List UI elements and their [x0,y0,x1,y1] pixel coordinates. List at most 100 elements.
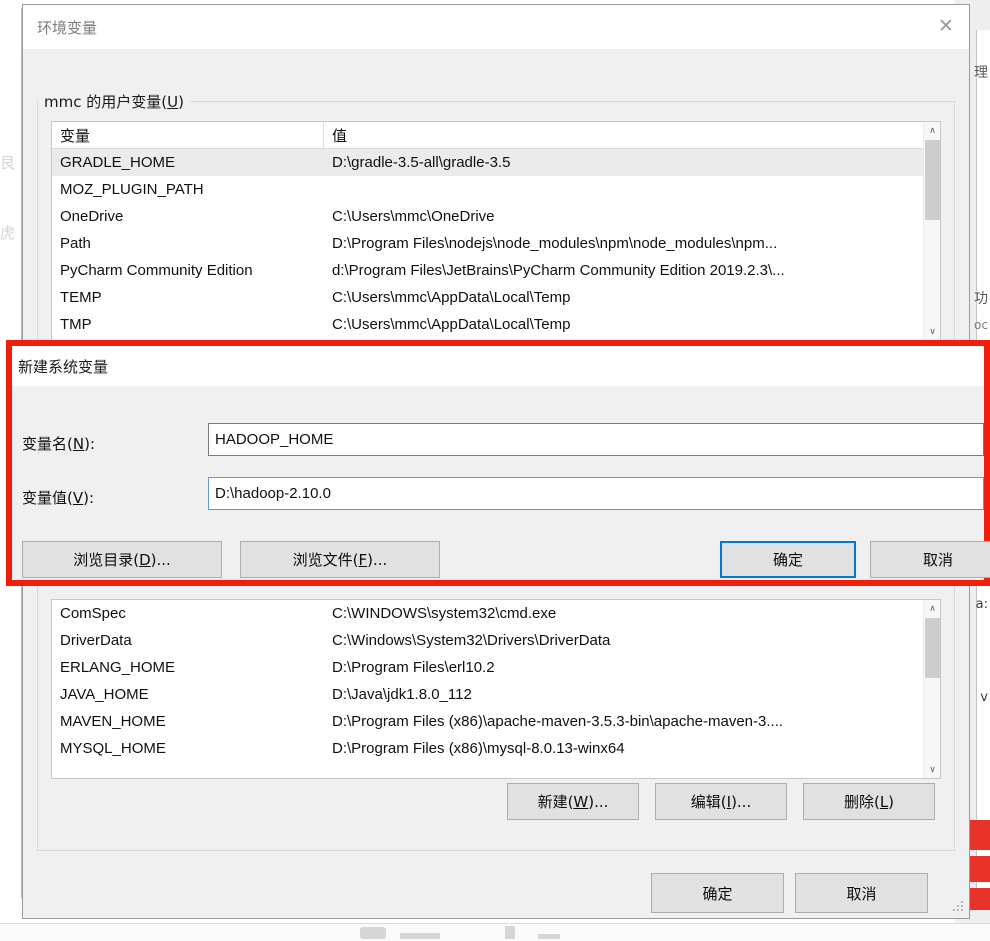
background-red-block-2 [970,856,990,882]
user-variables-label-post: ) [178,93,184,111]
table-row[interactable]: MOZ_PLUGIN_PATH [52,176,940,203]
variable-value-label-key: V [72,489,84,507]
new-variable-dialog-title: 新建系统变量 [18,358,109,376]
variable-name-label: 变量名(N): [22,433,95,454]
scroll-down-icon[interactable]: ∨ [924,323,940,340]
taskbar-icon-3[interactable] [505,926,515,939]
delete-system-variable-button[interactable]: 删除(L) [803,783,935,820]
btn-text-pre: 浏览目录( [73,551,140,569]
variable-value-cell: C:\Windows\System32\Drivers\DriverData [332,632,611,649]
ok-button[interactable]: 确定 [651,873,784,913]
variable-name-cell: Path [60,235,91,252]
variable-value-cell: D:\Program Files (x86)\apache-maven-3.5.… [332,713,784,730]
new-variable-dialog-body: 变量名(N): HADOOP_HOME 变量值(V): D:\hadoop-2.… [12,386,990,580]
screen: 艮 虎 理 功 oc a: v 环境变量 ✕ mmc 的用户变量(U) 变量 值 [0,0,990,941]
background-text-right-3: oc [974,318,988,332]
edit-system-variable-button[interactable]: 编辑(I)... [655,783,787,820]
user-variables-list-header: 变量 值 [52,122,940,149]
btn-text-post: )... [588,792,609,811]
background-text-left-2: 虎 [0,224,16,242]
variable-name-cell: MOZ_PLUGIN_PATH [60,181,204,198]
btn-text-post: )... [150,550,171,569]
variable-value-input[interactable]: D:\hadoop-2.10.0 [208,477,984,510]
variable-value-label-pre: 变量值( [22,489,73,507]
scroll-up-icon[interactable]: ∧ [924,122,940,139]
background-text-right-5: v [980,690,988,705]
new-variable-dialog-titlebar: 新建系统变量 [12,346,984,386]
background-text-right-1: 理 [974,65,988,81]
btn-text-key: F [358,550,368,569]
table-row[interactable]: ComSpec C:\WINDOWS\system32\cmd.exe [52,600,940,627]
btn-text-post: )... [367,550,388,569]
variable-name-input[interactable]: HADOOP_HOME [208,423,984,456]
table-row[interactable]: TEMP C:\Users\mmc\AppData\Local\Temp [52,284,940,311]
system-variables-scrollbar[interactable]: ∧ ∨ [923,600,940,778]
btn-text-pre: 删除( [843,793,880,811]
new-variable-ok-button[interactable]: 确定 [720,541,856,578]
scrollbar-thumb[interactable] [925,618,940,678]
variable-value-cell: D:\Program Files\erl10.2 [332,659,495,676]
user-variables-list[interactable]: 变量 值 GRADLE_HOME D:\gradle-3.5-all\gradle… [51,121,941,341]
variable-value-cell: D:\Java\jdk1.8.0_112 [332,686,472,703]
btn-text-pre: 新建( [537,793,574,811]
column-header-variable[interactable]: 变量 [52,122,324,148]
variable-name-label-post: ): [84,435,95,453]
background-red-block-1 [970,820,990,850]
background-text-left-1: 艮 [0,154,16,172]
column-header-value[interactable]: 值 [324,122,940,148]
background-text-right-2: 功 [974,291,988,307]
scroll-down-icon[interactable]: ∨ [924,761,940,778]
scroll-up-icon[interactable]: ∧ [924,600,940,617]
variable-name-cell: MAVEN_HOME [60,713,166,730]
browse-file-button[interactable]: 浏览文件(F)... [240,541,440,578]
table-row[interactable]: DriverData C:\Windows\System32\Drivers\Dr… [52,627,940,654]
table-row[interactable]: Path D:\Program Files\nodejs\node_modules… [52,230,940,257]
taskbar[interactable] [0,923,990,941]
system-variables-rows: ComSpec C:\WINDOWS\system32\cmd.exe Driver… [52,600,940,762]
resize-grip[interactable] [953,901,964,912]
table-row[interactable]: MYSQL_HOME D:\Program Files (x86)\mysql-8… [52,735,940,762]
user-variables-group-label: mmc 的用户变量(U) [38,91,190,112]
table-row[interactable]: JAVA_HOME D:\Java\jdk1.8.0_112 [52,681,940,708]
new-system-variable-dialog: 新建系统变量 变量名(N): HADOOP_HOME 变量值(V): D:\ha… [6,340,990,586]
btn-text-post: )... [731,792,752,811]
variable-name-cell: TMP [60,316,92,333]
table-row[interactable]: ERLANG_HOME D:\Program Files\erl10.2 [52,654,940,681]
variable-value-cell: C:\Users\mmc\OneDrive [332,208,495,225]
btn-text-key: D [139,550,151,569]
close-icon[interactable]: ✕ [923,5,969,47]
variable-name-label-key: N [72,435,85,453]
browse-directory-button[interactable]: 浏览目录(D)... [22,541,222,578]
variable-value-cell: C:\Users\mmc\AppData\Local\Temp [332,316,571,333]
variable-name-cell: DriverData [60,632,132,649]
variable-value-cell: D:\Program Files (x86)\mysql-8.0.13-winx… [332,740,625,757]
variable-name-cell: ComSpec [60,605,126,622]
variable-value-label-post: ): [83,489,95,507]
new-system-variable-button[interactable]: 新建(W)... [507,783,639,820]
btn-text-pre: 浏览文件( [292,551,359,569]
variable-name-cell: MYSQL_HOME [60,740,166,757]
taskbar-icon-1[interactable] [360,927,386,939]
system-variables-list[interactable]: ComSpec C:\WINDOWS\system32\cmd.exe Driver… [51,599,941,779]
user-variables-label-pre: mmc 的用户变量( [44,93,168,111]
cancel-button[interactable]: 取消 [795,873,928,913]
window-title: 环境变量 [37,19,98,37]
table-row[interactable]: MAVEN_HOME D:\Program Files (x86)\apache-… [52,708,940,735]
taskbar-icon-4[interactable] [538,934,560,939]
variable-name-cell: GRADLE_HOME [60,154,176,171]
scrollbar-thumb[interactable] [925,140,940,220]
variable-name-cell: ERLANG_HOME [60,659,176,676]
background-red-block-3 [970,888,990,910]
variable-value-label: 变量值(V): [22,487,94,508]
new-variable-cancel-button[interactable]: 取消 [870,541,990,578]
table-row[interactable]: PyCharm Community Edition d:\Program File… [52,257,940,284]
btn-text-key: W [573,792,589,811]
window-titlebar: 环境变量 ✕ [23,5,969,49]
variable-value-cell: D:\gradle-3.5-all\gradle-3.5 [332,154,511,171]
variable-value-cell: D:\Program Files\nodejs\node_modules\npm… [332,235,778,252]
table-row[interactable]: TMP C:\Users\mmc\AppData\Local\Temp [52,311,940,338]
table-row[interactable]: GRADLE_HOME D:\gradle-3.5-all\gradle-3.5 [52,149,940,176]
table-row[interactable]: OneDrive C:\Users\mmc\OneDrive [52,203,940,230]
user-variables-scrollbar[interactable]: ∧ ∨ [923,122,940,340]
taskbar-icon-2[interactable] [400,933,440,939]
